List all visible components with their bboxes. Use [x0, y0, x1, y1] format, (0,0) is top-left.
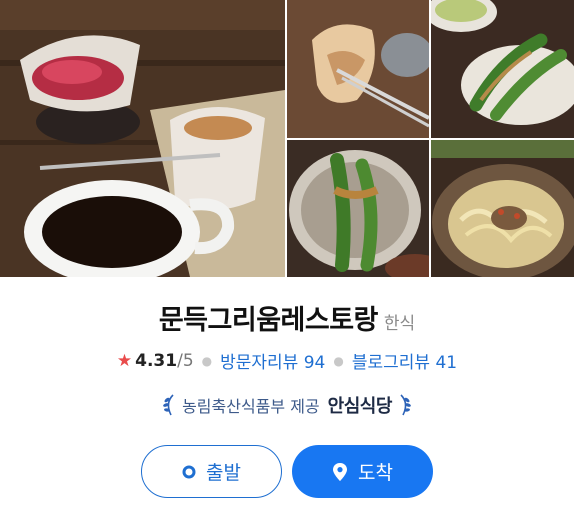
origin-dot-icon — [182, 465, 196, 479]
map-pin-icon — [332, 462, 348, 482]
separator-dot: ● — [201, 353, 213, 368]
safe-restaurant-badge[interactable]: 농림축산식품부 제공 안심식당 — [0, 392, 574, 418]
laurel-left-icon — [163, 394, 174, 416]
separator-dot: ● — [333, 353, 344, 368]
visitor-review-label: 방문자리뷰 — [220, 353, 299, 373]
star-icon: ★ — [116, 350, 133, 371]
visitor-review-link[interactable]: 방문자리뷰 94 — [220, 348, 325, 373]
place-category: 한식 — [383, 314, 416, 334]
rating-review-row: ★ 4.31 /5 ● 방문자리뷰 94 ● 블로그리뷰 41 — [0, 348, 574, 374]
laurel-right-icon — [400, 394, 411, 416]
route-buttons: 출발 도착 — [0, 445, 574, 498]
arrive-button[interactable]: 도착 — [292, 445, 433, 498]
blog-review-link[interactable]: 블로그리뷰 41 — [352, 348, 457, 373]
depart-button-label: 출발 — [206, 462, 241, 484]
photo-gallery — [0, 0, 574, 277]
fried-pancake-photo[interactable] — [287, 0, 429, 138]
blog-review-label: 블로그리뷰 — [351, 353, 431, 373]
arrive-button-label: 도착 — [358, 462, 393, 484]
certification-label: 안심식당 — [327, 396, 393, 417]
rating-score: 4.31 — [135, 350, 178, 371]
bean-sprout-bibimbap-photo[interactable] — [431, 140, 574, 277]
blog-review-count: 41 — [435, 353, 458, 373]
stuffed-peppers-photo[interactable] — [431, 0, 574, 138]
certification-provider: 농림축산식품부 제공 — [182, 397, 320, 416]
tea-and-coffee-photo[interactable] — [0, 0, 285, 277]
place-title-row: 문득그리움레스토랑 한식 — [0, 298, 574, 337]
depart-button[interactable]: 출발 — [141, 445, 282, 498]
visitor-review-count: 94 — [303, 353, 326, 373]
rating-max: /5 — [177, 350, 194, 371]
peppers-closeup-photo[interactable] — [287, 140, 429, 277]
place-name[interactable]: 문득그리움레스토랑 — [159, 305, 379, 336]
